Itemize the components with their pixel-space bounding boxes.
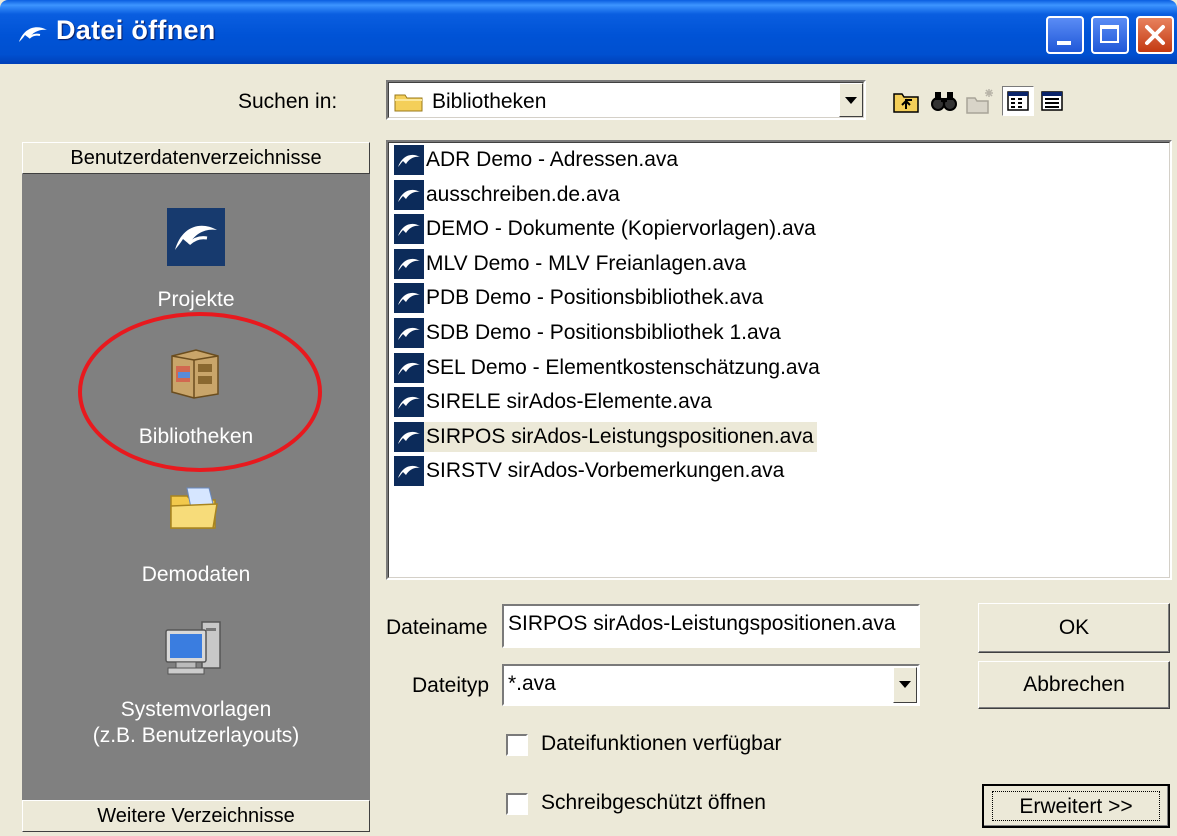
readonly-label: Schreibgeschützt öffnen	[541, 791, 766, 814]
new-folder-button	[964, 86, 996, 116]
file-name: SEL Demo - Elementkostenschätzung.ava	[426, 355, 820, 379]
lookin-value: Bibliotheken	[432, 90, 547, 113]
lookin-label: Suchen in:	[238, 90, 338, 113]
file-name: SIRSTV sirAdos-Vorbemerkungen.ava	[426, 459, 785, 483]
details-view-button[interactable]	[1036, 86, 1068, 116]
filetype-combo[interactable]: *.ava	[502, 664, 920, 706]
filetype-label: Dateityp	[412, 674, 490, 697]
folder-icon	[170, 487, 218, 529]
file-functions-checkbox[interactable]	[506, 734, 528, 756]
maximize-button[interactable]	[1091, 16, 1129, 54]
focus-ring	[992, 791, 1160, 821]
highlight-ellipse	[78, 312, 322, 472]
cancel-button[interactable]: Abbrechen	[978, 661, 1170, 709]
file-name: SDB Demo - Positionsbibliothek 1.ava	[426, 321, 781, 344]
minimize-button[interactable]	[1046, 16, 1084, 54]
dolphin-icon	[394, 145, 424, 175]
find-button[interactable]	[928, 86, 960, 116]
file-name: MLV Demo - MLV Freianlagen.ava	[426, 251, 747, 275]
title-bar[interactable]: Datei öffnen	[0, 0, 1177, 64]
sidebar-header: Benutzerdatenverzeichnisse	[22, 142, 370, 174]
file-name: SIRPOS sirAdos-Leistungspositionen.ava	[424, 421, 817, 452]
filename-field[interactable]: SIRPOS sirAdos-Leistungspositionen.ava	[502, 604, 920, 648]
details-view-icon	[1041, 91, 1063, 111]
dolphin-icon	[394, 456, 424, 487]
sidebar-item-sublabel: (z.B. Benutzerlayouts)	[92, 724, 300, 747]
new-folder-icon	[966, 89, 993, 114]
filename-value: SIRPOS sirAdos-Leistungspositionen.ava	[508, 612, 896, 635]
file-list-item[interactable]: MLV Demo - MLV Freianlagen.ava	[394, 248, 749, 280]
up-folder-icon	[893, 93, 919, 113]
dolphin-icon	[394, 352, 424, 383]
list-view-button[interactable]	[1002, 86, 1034, 116]
dolphin-icon	[394, 214, 424, 245]
window-title: Datei öffnen	[56, 15, 216, 45]
file-name: ADR Demo - Adressen.ava	[426, 148, 679, 171]
dolphin-icon	[394, 387, 424, 418]
file-name: ausschreiben.de.ava	[426, 182, 620, 206]
close-icon	[1145, 25, 1165, 45]
folder-icon	[394, 94, 423, 112]
close-button[interactable]	[1136, 16, 1174, 54]
file-list-item[interactable]: SDB Demo - Positionsbibliothek 1.ava	[394, 317, 784, 349]
file-list-item[interactable]: SIRPOS sirAdos-Leistungspositionen.ava	[394, 421, 817, 453]
advanced-button[interactable]: Erweitert >>	[982, 784, 1170, 828]
filetype-value: *.ava	[508, 672, 556, 695]
filename-label: Dateiname	[386, 616, 488, 639]
file-list-item[interactable]: DEMO - Dokumente (Kopiervorlagen).ava	[394, 213, 819, 245]
dolphin-icon	[394, 248, 424, 279]
file-name: SIRELE sirAdos-Elemente.ava	[426, 390, 712, 414]
file-list-item[interactable]: SIRSTV sirAdos-Vorbemerkungen.ava	[394, 455, 787, 487]
lookin-dropdown-button[interactable]	[839, 83, 863, 117]
dolphin-icon	[394, 179, 424, 210]
lookin-combo[interactable]: Bibliotheken	[386, 80, 866, 120]
sidebar-places: Projekte Bibliotheken Demodaten Systemvo…	[22, 174, 370, 800]
up-folder-button[interactable]	[890, 86, 922, 116]
file-name: PDB Demo - Positionsbibliothek.ava	[426, 286, 764, 310]
dolphin-icon	[19, 27, 47, 42]
open-file-dialog: Datei öffnen Suchen in: Bibliotheken Ben…	[0, 0, 1177, 836]
find-icon	[931, 92, 957, 111]
dolphin-icon	[394, 283, 424, 314]
sidebar-item-label: Demodaten	[141, 563, 251, 586]
dolphin-icon	[167, 208, 225, 266]
list-view-icon	[1007, 91, 1029, 111]
filetype-dropdown-button[interactable]	[893, 667, 917, 703]
sidebar-footer-button[interactable]: Weitere Verzeichnisse	[22, 800, 370, 832]
sidebar-item-label: Systemvorlagen	[120, 698, 272, 721]
computer-icon	[165, 621, 221, 675]
sidebar-item-label: Projekte	[157, 288, 235, 311]
readonly-checkbox[interactable]	[506, 793, 528, 815]
file-list-item[interactable]: PDB Demo - Positionsbibliothek.ava	[394, 282, 766, 314]
file-list-item[interactable]: ausschreiben.de.ava	[394, 179, 623, 211]
file-list[interactable]: ADR Demo - Adressen.ava ausschreiben.de.a…	[386, 140, 1172, 580]
file-list-item[interactable]: SEL Demo - Elementkostenschätzung.ava	[394, 352, 823, 384]
dolphin-icon	[394, 318, 424, 348]
ok-button[interactable]: OK	[978, 603, 1170, 653]
file-name: DEMO - Dokumente (Kopiervorlagen).ava	[426, 217, 816, 241]
dolphin-icon	[394, 421, 424, 452]
file-list-item[interactable]: ADR Demo - Adressen.ava	[394, 144, 681, 176]
file-list-item[interactable]: SIRELE sirAdos-Elemente.ava	[394, 386, 715, 418]
file-functions-label: Dateifunktionen verfügbar	[541, 732, 782, 755]
